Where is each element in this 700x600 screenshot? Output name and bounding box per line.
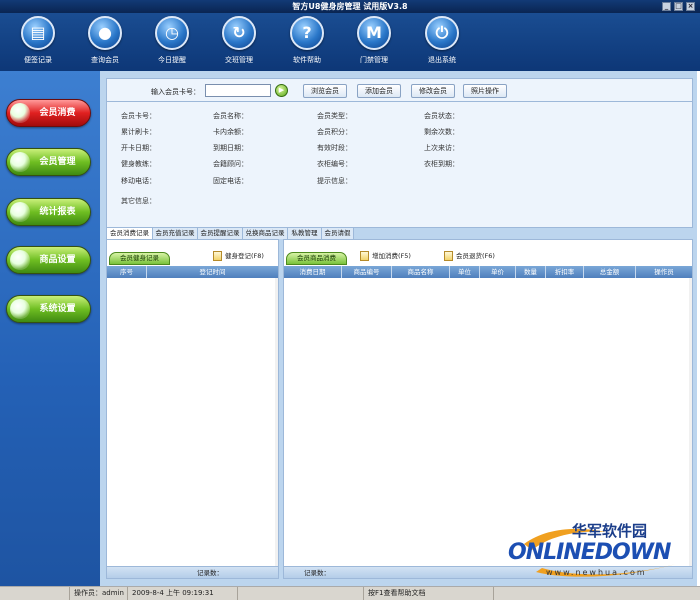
browse-member-button[interactable]: 浏览会员: [303, 84, 347, 98]
col-seq: 序号: [107, 266, 147, 278]
toolbar-exit-button[interactable]: ⏻ 退出系统: [410, 16, 474, 65]
field-swipes: 累计刷卡：: [121, 128, 156, 136]
field-type: 会员类型：: [317, 112, 352, 120]
fitness-record-count: 记录数：: [107, 566, 278, 578]
field-card-no: 会员卡号：: [121, 112, 156, 120]
tab-exchange-records[interactable]: 兑换商品记录: [242, 227, 288, 239]
field-locker-no: 衣柜编号：: [317, 160, 352, 168]
toolbar-query-member-button[interactable]: ● 查询会员: [73, 16, 137, 65]
field-points: 会员积分：: [317, 128, 352, 136]
field-balance: 卡内余额：: [213, 128, 248, 136]
tab-private-coach[interactable]: 私教管理: [287, 227, 322, 239]
sidebar-item-system-settings[interactable]: 系统设置: [6, 295, 91, 323]
field-status: 会员状态：: [424, 112, 459, 120]
goods-grid-header: 消费日期 商品编号 商品名称 单位 单价 数量 折扣率 总金额 操作员: [284, 266, 692, 278]
field-mobile: 移动电话：: [121, 177, 156, 185]
scrollbar[interactable]: [689, 278, 692, 566]
col-goods-no: 商品编号: [342, 266, 392, 278]
toolbar-notes-button[interactable]: ▤ 便签记录: [6, 16, 70, 65]
sidebar-item-reports[interactable]: 统计报表: [6, 198, 91, 226]
door-m-icon: M: [357, 16, 391, 50]
card-number-input[interactable]: [205, 84, 271, 97]
close-button[interactable]: ×: [686, 2, 695, 11]
main-area: 输入会员卡号： ▶ 浏览会员 添加会员 修改会员 照片操作 会员卡号： 会员名称…: [100, 71, 697, 586]
tab-reminder-records[interactable]: 会员提醒记录: [197, 227, 243, 239]
col-date: 消费日期: [284, 266, 342, 278]
field-last-visit: 上次来访：: [424, 144, 459, 152]
card-number-label: 输入会员卡号：: [151, 88, 200, 96]
notepad-icon: ▤: [21, 16, 55, 50]
field-phone: 固定电话：: [213, 177, 248, 185]
fitness-record-tab[interactable]: 会员健身记录: [109, 252, 170, 265]
sidebar-item-member-consume[interactable]: 会员消费: [6, 99, 91, 127]
toolbar-shift-button[interactable]: ↻ 交班管理: [207, 16, 271, 65]
field-coach: 健身教练：: [121, 160, 156, 168]
return-doc-icon: [444, 251, 453, 261]
field-remaining: 剩余次数：: [424, 128, 459, 136]
toolbar-help-button[interactable]: ? 软件帮助: [275, 16, 339, 65]
add-member-button[interactable]: 添加会员: [357, 84, 401, 98]
col-price: 单价: [480, 266, 516, 278]
field-expire-date: 到期日期：: [213, 144, 248, 152]
tab-leave[interactable]: 会员请假: [321, 227, 354, 239]
field-advisor: 会籍顾问：: [213, 160, 248, 168]
col-discount: 折扣率: [546, 266, 584, 278]
member-search-icon: ●: [88, 16, 122, 50]
field-locker-expire: 衣柜到期：: [424, 160, 459, 168]
member-return-button[interactable]: 会员退货(F6): [444, 250, 495, 261]
col-checkin-time: 登记时间: [199, 268, 226, 276]
col-total: 总金额: [584, 266, 636, 278]
goods-consume-tab[interactable]: 会员商品消费: [286, 252, 347, 265]
field-valid-period: 有效时段：: [317, 144, 352, 152]
status-help: 按F1查看帮助文档: [364, 587, 494, 600]
window-title: 智方U8健身房管理 试用版V3.8: [292, 2, 408, 11]
add-doc-icon: [360, 251, 369, 261]
status-datetime: 2009-8-4 上午 09:19:31: [128, 587, 238, 600]
main-toolbar: ▤ 便签记录 ● 查询会员 ◷ 今日提醒 ↻ 交班管理 ? 软件帮助 M 门禁管理 ⏻ 退出系…: [0, 13, 700, 71]
tab-consume-records[interactable]: 会员消费记录: [106, 227, 153, 239]
member-info-panel: 会员卡号： 会员名称： 会员类型： 会员状态： 累计刷卡： 卡内余额： 会员积分…: [106, 102, 693, 228]
clock-icon: ◷: [155, 16, 189, 50]
minimize-button[interactable]: _: [662, 2, 671, 11]
col-unit: 单位: [450, 266, 480, 278]
maximize-button[interactable]: □: [674, 2, 683, 11]
refresh-icon: ↻: [222, 16, 256, 50]
field-other: 其它信息：: [121, 197, 156, 205]
scrollbar[interactable]: [275, 278, 278, 566]
col-operator: 操作员: [654, 268, 674, 276]
goods-record-count: 记录数：: [284, 566, 692, 578]
member-filter-bar: 输入会员卡号： ▶ 浏览会员 添加会员 修改会员 照片操作: [106, 78, 693, 102]
field-name: 会员名称：: [213, 112, 248, 120]
go-arrow-icon[interactable]: ▶: [275, 84, 288, 97]
toolbar-today-reminder-button[interactable]: ◷ 今日提醒: [140, 16, 204, 65]
tab-recharge-records[interactable]: 会员充值记录: [152, 227, 198, 239]
record-tabs: 会员消费记录 会员充值记录 会员提醒记录 兑换商品记录 私教管理 会员请假: [106, 227, 693, 239]
goods-consume-panel: 会员商品消费 增加消费(F5) 会员退货(F6) 消费日期 商品编号 商品名称 …: [283, 239, 693, 579]
sidebar-item-goods-settings[interactable]: 商品设置: [6, 246, 91, 274]
toolbar-door-button[interactable]: M 门禁管理: [342, 16, 406, 65]
fitness-record-panel: 会员健身记录 健身登记(F8) 序号 登记时间 记录数：: [106, 239, 279, 579]
status-bar: 操作员：admin 2009-8-4 上午 09:19:31 按F1查看帮助文档: [0, 586, 700, 600]
col-goods-name: 商品名称: [392, 266, 450, 278]
left-sidebar: 会员消费 会员管理 统计报表 商品设置 系统设置: [0, 71, 100, 586]
status-operator: 操作员：admin: [70, 587, 128, 600]
field-tips: 提示信息：: [317, 177, 352, 185]
fitness-checkin-button[interactable]: 健身登记(F8): [213, 250, 264, 261]
fitness-grid-header: 序号 登记时间: [107, 266, 278, 278]
col-qty: 数量: [516, 266, 546, 278]
sidebar-item-member-manage[interactable]: 会员管理: [6, 148, 91, 176]
photo-button[interactable]: 照片操作: [463, 84, 507, 98]
field-open-date: 开卡日期：: [121, 144, 156, 152]
add-consume-button[interactable]: 增加消费(F5): [360, 250, 411, 261]
title-bar: 智方U8健身房管理 试用版V3.8 _ □ ×: [0, 0, 700, 13]
power-icon: ⏻: [425, 16, 459, 50]
edit-member-button[interactable]: 修改会员: [411, 84, 455, 98]
edit-icon: [213, 251, 222, 261]
help-icon: ?: [290, 16, 324, 50]
